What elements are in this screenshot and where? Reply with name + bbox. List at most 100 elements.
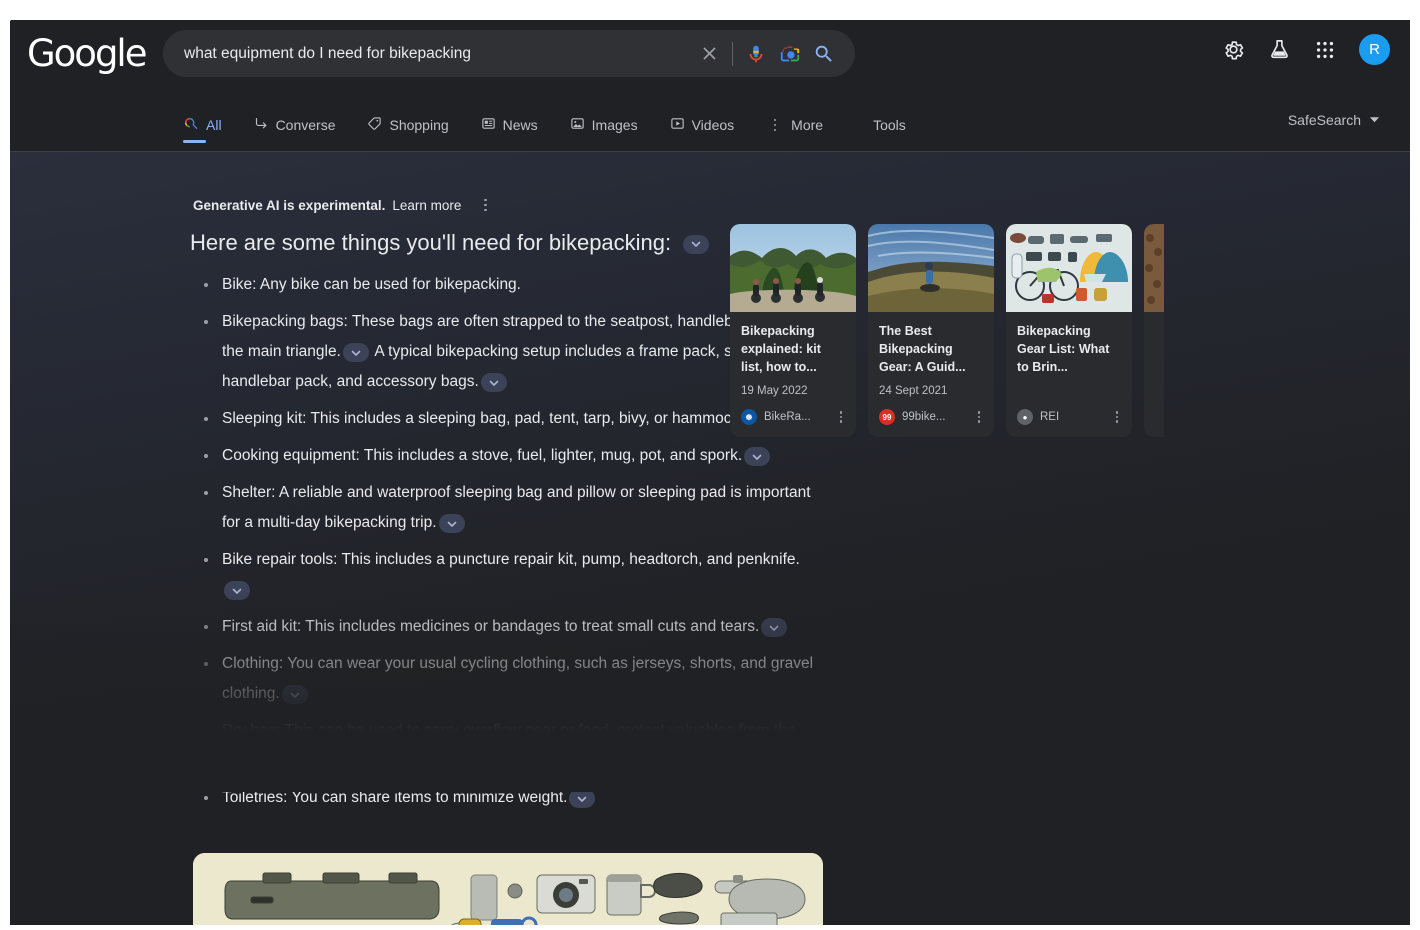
generative-ai-panel: Generative AI is experimental. Learn mor… (10, 152, 1410, 925)
publisher-favicon-icon: ☸ (741, 409, 757, 425)
source-card-thumbnail (1006, 224, 1132, 312)
tab-label: Videos (691, 117, 735, 133)
search-divider (732, 41, 733, 66)
ai-answer-text: First aid kit: This includes medicines o… (222, 618, 760, 635)
ai-answer-item: First aid kit: This includes medicines o… (196, 612, 826, 642)
safesearch-selector[interactable]: SafeSearch (1288, 112, 1380, 128)
chevron-down-icon[interactable] (224, 581, 250, 601)
tab-label: Images (591, 117, 638, 133)
search-header: Google what equipment do I need for bike… (10, 20, 1410, 152)
publisher-favicon-icon: ● (1017, 409, 1033, 425)
tab-images[interactable]: Images (570, 108, 654, 142)
tab-shopping[interactable]: Shopping (367, 108, 464, 142)
publisher-name: 99bike... (902, 411, 946, 423)
tools-button[interactable]: Tools (873, 108, 906, 142)
publisher-name: REI (1040, 411, 1060, 423)
ai-answer-item: Bike repair tools: This includes a punct… (196, 545, 826, 605)
card-kebab-icon[interactable] (1110, 409, 1124, 425)
source-card[interactable]: Bikepacking explained: kit list, how to.… (730, 224, 856, 437)
safesearch-label: SafeSearch (1287, 112, 1361, 128)
tab-label: Shopping (389, 117, 449, 133)
ai-answer-text: Bike repair tools: This includes a punct… (222, 551, 800, 568)
ai-answer-item: Clothing: You can wear your usual cyclin… (196, 649, 826, 709)
source-card-date: 24 Sept 2021 (879, 385, 948, 397)
google-logo[interactable]: Google (27, 32, 147, 75)
ai-answer-item: Shelter: A reliable and waterproof sleep… (196, 478, 826, 538)
ai-answer-item: Cooking equipment: This includes a stove… (196, 441, 826, 471)
google-search-colored-icon (183, 116, 199, 135)
search-input[interactable] (163, 44, 692, 63)
google-lens-icon[interactable] (773, 37, 807, 71)
source-card-title: Bikepacking Gear List: What to Brin... (1017, 324, 1110, 374)
ai-answer-item: Dry bag: This can be used to carry overf… (196, 716, 826, 776)
browser-page: Google what equipment do I need for bike… (10, 20, 1410, 925)
chevron-down-icon[interactable] (463, 752, 490, 772)
source-card-title: The Best Bikepacking Gear: A Guid... (879, 324, 966, 374)
avatar[interactable]: R (1359, 34, 1390, 65)
search-tabs: All Converse Shopping News Images Videos… (183, 108, 906, 143)
ai-answer-heading: Here are some things you'll need for bik… (190, 230, 711, 256)
ai-disclaimer-text: Generative AI is experimental. (193, 197, 386, 213)
microphone-icon[interactable] (739, 37, 773, 71)
source-card-thumbnail (868, 224, 994, 312)
source-card-row: Bikepacking explained: kit list, how to.… (730, 224, 1164, 437)
header-icon-group: R (1221, 34, 1390, 65)
bikepacking-gear-illustration[interactable] (193, 853, 823, 925)
labs-flask-icon[interactable] (1267, 38, 1291, 62)
chevron-down-icon (1369, 112, 1380, 128)
publisher-favicon-icon: 99 (879, 409, 895, 425)
source-card-title: Bikepacking explained: kit list, how to.… (741, 324, 821, 374)
ai-answer-text: Shelter: A reliable and waterproof sleep… (222, 484, 811, 531)
tab-label: News (502, 117, 538, 133)
tab-news[interactable]: News (481, 108, 554, 142)
more-kebab-icon (766, 116, 784, 134)
search-bar[interactable] (163, 30, 855, 77)
gear-icon[interactable] (1221, 38, 1245, 62)
search-submit-icon[interactable] (807, 37, 841, 71)
apps-grid-icon[interactable] (1313, 38, 1337, 62)
source-card-publisher: ☸ BikeRa... (741, 409, 848, 425)
converse-arrow-icon (254, 116, 269, 134)
learn-more-link[interactable]: Learn more (392, 198, 461, 213)
ai-disclaimer: Generative AI is experimental. Learn mor… (193, 196, 494, 214)
chevron-down-icon[interactable] (569, 789, 596, 809)
ai-answer-text: Dry bag: This can be used to carry overf… (222, 722, 796, 769)
ai-answer-item: Toiletries: You can share items to minim… (196, 783, 826, 813)
price-tag-icon (367, 116, 382, 134)
tab-label: All (206, 117, 222, 133)
chevron-down-icon[interactable] (683, 234, 710, 254)
tab-label: More (791, 117, 824, 133)
clear-search-icon[interactable] (692, 37, 726, 71)
chevron-down-icon[interactable] (480, 373, 507, 393)
card-kebab-icon[interactable] (834, 409, 848, 425)
tab-active-underline (183, 140, 206, 143)
source-card-thumbnail (730, 224, 856, 312)
chevron-down-icon[interactable] (281, 685, 308, 705)
chevron-down-icon[interactable] (761, 618, 788, 638)
tab-all[interactable]: All (183, 108, 238, 143)
tab-label: Converse (275, 117, 336, 133)
source-card-publisher: ● REI (1017, 409, 1124, 425)
ai-answer-text: Clothing: You can wear your usual cyclin… (222, 655, 814, 702)
chevron-down-icon[interactable] (438, 514, 465, 534)
source-card-partial[interactable] (1144, 224, 1164, 437)
source-card[interactable]: The Best Bikepacking Gear: A Guid... 24 S… (868, 224, 994, 437)
ai-heading-text: Here are some things you'll need for bik… (190, 230, 672, 255)
tab-converse[interactable]: Converse (254, 108, 352, 142)
ai-answer-text: Cooking equipment: This includes a stove… (222, 447, 743, 464)
video-icon (670, 116, 685, 134)
ai-answer-text: Sleeping kit: This includes a sleeping b… (222, 410, 744, 427)
chevron-down-icon[interactable] (342, 343, 369, 363)
source-card-publisher: 99 99bike... (879, 409, 986, 425)
image-icon (570, 116, 585, 134)
card-kebab-icon[interactable] (972, 409, 986, 425)
source-card-date: 19 May 2022 (741, 385, 808, 397)
ai-answer-text: Bike: Any bike can be used for bikepacki… (222, 276, 521, 293)
tab-videos[interactable]: Videos (670, 108, 751, 142)
newspaper-icon (481, 116, 496, 134)
kebab-menu-icon[interactable] (476, 196, 494, 214)
source-card[interactable]: Bikepacking Gear List: What to Brin... ● R… (1006, 224, 1132, 437)
tab-more[interactable]: More (766, 108, 839, 142)
gear-flat-lay-svg (193, 853, 823, 925)
chevron-down-icon[interactable] (744, 447, 771, 467)
